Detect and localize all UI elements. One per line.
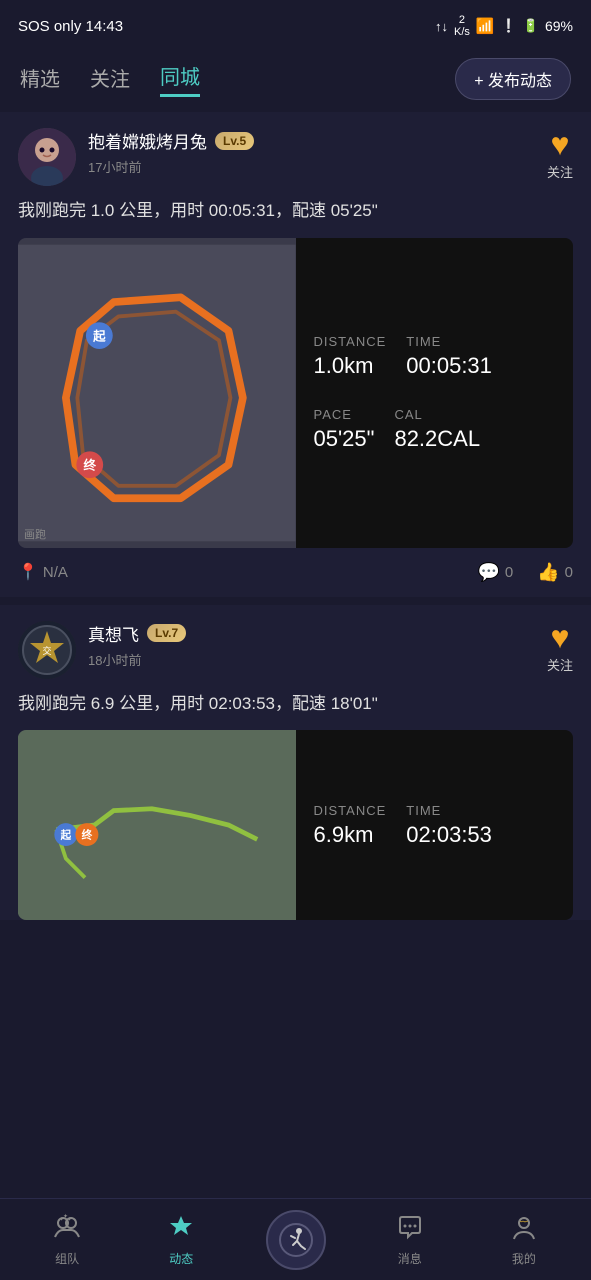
data-speed: 2K/s xyxy=(454,14,470,38)
time-label: TIME xyxy=(406,334,492,349)
status-time: SOS only 14:43 xyxy=(18,18,123,35)
nav-team-label: 组队 xyxy=(55,1250,79,1267)
distance-value: 6.9km xyxy=(314,822,387,848)
nav-team[interactable]: ✦ ✦ ✦ 组队 xyxy=(10,1213,124,1267)
run-button[interactable] xyxy=(266,1210,326,1270)
stat-distance: DISTANCE 6.9km xyxy=(314,803,387,848)
follow-button[interactable]: ♥ 关注 xyxy=(547,128,573,181)
comment-action[interactable]: 💬 0 xyxy=(477,562,513,583)
distance-label: DISTANCE xyxy=(314,334,387,349)
wifi-icon: 📶 xyxy=(476,17,495,35)
pace-value: 05'25" xyxy=(314,426,375,452)
nav-message-label: 消息 xyxy=(398,1250,422,1267)
location-text: N/A xyxy=(43,564,68,581)
user-info: 抱着嫦娥烤月兔 Lv.5 17小时前 xyxy=(88,128,547,177)
route-svg-2: 起 终 xyxy=(18,730,296,920)
stat-time: TIME 02:03:53 xyxy=(406,803,492,848)
stats-side: DISTANCE 1.0km TIME 00:05:31 PACE 05'25" xyxy=(296,238,574,548)
battery-percent: 69% xyxy=(545,18,573,34)
svg-text:终: 终 xyxy=(82,828,93,841)
avatar: 交 xyxy=(18,621,76,679)
bottom-nav: ✦ ✦ ✦ 组队 动态 xyxy=(0,1198,591,1280)
like-count: 0 xyxy=(565,564,573,581)
user-name: 真想飞 xyxy=(88,621,139,646)
nav-mine[interactable]: 我的 xyxy=(467,1213,581,1267)
nav-tabs: 精选 关注 同城 + 发布动态 xyxy=(0,50,591,112)
nav-mine-label: 我的 xyxy=(512,1250,536,1267)
follow-label: 关注 xyxy=(547,655,573,674)
message-icon xyxy=(396,1213,424,1246)
svg-text:交: 交 xyxy=(42,645,51,656)
stat-distance: DISTANCE 1.0km xyxy=(314,334,387,379)
location-icon: 📍 xyxy=(18,562,38,582)
tab-local[interactable]: 同城 xyxy=(160,61,200,97)
post-time: 17小时前 xyxy=(88,160,141,175)
nav-feed-label: 动态 xyxy=(169,1250,193,1267)
route-svg: 起 终 xyxy=(18,238,296,548)
status-icons: ↑↓ 2K/s 📶 ❕ 🔋 69% xyxy=(435,14,573,38)
avatar xyxy=(18,128,76,186)
svg-text:起: 起 xyxy=(60,828,72,841)
nav-run-center xyxy=(238,1210,352,1270)
tab-following[interactable]: 关注 xyxy=(90,63,130,96)
time-value: 02:03:53 xyxy=(406,822,492,848)
publish-button[interactable]: + 发布动态 xyxy=(455,58,571,100)
battery-warning-icon: ❕ xyxy=(501,18,517,34)
signal-icon: ↑↓ xyxy=(435,19,448,34)
post-text: 我刚跑完 6.9 公里，用时 02:03:53，配速 18'01" xyxy=(18,691,573,717)
location-display: 📍 N/A xyxy=(18,562,477,582)
svg-text:终: 终 xyxy=(84,457,97,472)
feed-icon xyxy=(167,1213,195,1246)
feed: 抱着嫦娥烤月兔 Lv.5 17小时前 ♥ 关注 我刚跑完 1.0 公里，用时 0… xyxy=(0,112,591,1018)
post-list: 抱着嫦娥烤月兔 Lv.5 17小时前 ♥ 关注 我刚跑完 1.0 公里，用时 0… xyxy=(0,112,591,920)
follow-button[interactable]: ♥ 关注 xyxy=(547,621,573,674)
time-value: 00:05:31 xyxy=(406,353,492,379)
run-icon xyxy=(279,1223,313,1257)
cal-value: 82.2CAL xyxy=(394,426,480,452)
post-header: 交 真想飞 Lv.7 18小时前 ♥ 关注 xyxy=(18,621,573,679)
map-side: 起 终 xyxy=(18,730,296,920)
post-card: 抱着嫦娥烤月兔 Lv.5 17小时前 ♥ 关注 我刚跑完 1.0 公里，用时 0… xyxy=(0,112,591,597)
heart-icon: ♥ xyxy=(550,128,569,160)
stat-time: TIME 00:05:31 xyxy=(406,334,492,379)
status-bar: SOS only 14:43 ↑↓ 2K/s 📶 ❕ 🔋 69% xyxy=(0,0,591,50)
level-badge: Lv.5 xyxy=(215,132,254,150)
stats-side: DISTANCE 6.9km TIME 02:03:53 xyxy=(296,730,574,920)
cal-label: CAL xyxy=(394,407,480,422)
nav-feed[interactable]: 动态 xyxy=(124,1213,238,1267)
battery-icon: 🔋 xyxy=(523,18,539,34)
comment-count: 0 xyxy=(505,564,513,581)
run-map-card: 起 终 画跑 DISTANCE 1.0km TIME xyxy=(18,238,573,548)
post-text: 我刚跑完 1.0 公里，用时 00:05:31，配速 05'25" xyxy=(18,198,573,224)
post-header: 抱着嫦娥烤月兔 Lv.5 17小时前 ♥ 关注 xyxy=(18,128,573,186)
team-icon: ✦ ✦ ✦ xyxy=(53,1213,81,1246)
user-info: 真想飞 Lv.7 18小时前 xyxy=(88,621,547,670)
distance-label: DISTANCE xyxy=(314,803,387,818)
heart-icon: ♥ xyxy=(550,621,569,653)
post-footer: 📍 N/A 💬 0 👍 0 xyxy=(18,548,573,597)
like-icon: 👍 xyxy=(537,562,559,583)
user-name: 抱着嫦娥烤月兔 xyxy=(88,128,207,153)
post-time: 18小时前 xyxy=(88,653,141,668)
tab-featured[interactable]: 精选 xyxy=(20,63,60,96)
level-badge: Lv.7 xyxy=(147,624,186,642)
stat-cal: CAL 82.2CAL xyxy=(394,407,480,452)
distance-value: 1.0km xyxy=(314,353,387,379)
map-side: 起 终 画跑 xyxy=(18,238,296,548)
map-watermark: 画跑 xyxy=(24,526,46,542)
nav-message[interactable]: 消息 xyxy=(353,1213,467,1267)
like-action[interactable]: 👍 0 xyxy=(537,562,573,583)
run-map-card: 起 终 DISTANCE 6.9km TIME 02: xyxy=(18,730,573,920)
post-actions: 💬 0 👍 0 xyxy=(477,562,573,583)
mine-icon xyxy=(510,1213,538,1246)
svg-text:✦: ✦ xyxy=(63,1213,68,1220)
time-label: TIME xyxy=(406,803,492,818)
pace-label: PACE xyxy=(314,407,375,422)
comment-icon: 💬 xyxy=(477,562,499,583)
svg-text:起: 起 xyxy=(92,328,106,343)
stat-pace: PACE 05'25" xyxy=(314,407,375,452)
post-card: 交 真想飞 Lv.7 18小时前 ♥ 关注 我刚跑完 6.9 公里，用时 02:… xyxy=(0,605,591,921)
follow-label: 关注 xyxy=(547,162,573,181)
